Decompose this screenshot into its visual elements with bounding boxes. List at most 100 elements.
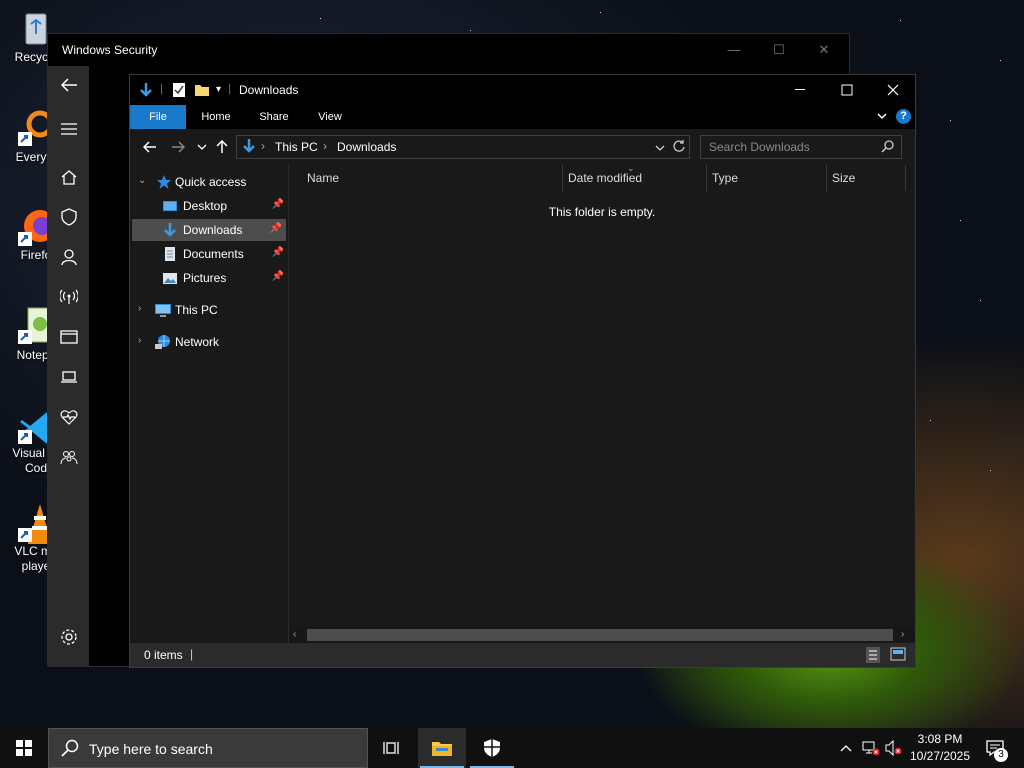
system-clock[interactable]: 3:08 PM 10/27/2025 bbox=[904, 731, 976, 765]
nav-item-documents[interactable]: Documents 📌 bbox=[130, 243, 288, 265]
scroll-right-icon[interactable]: › bbox=[901, 629, 904, 640]
network-disconnected-icon bbox=[862, 741, 880, 756]
network-icon[interactable] bbox=[48, 280, 89, 314]
nav-label: Desktop bbox=[183, 199, 228, 213]
nav-label: This PC bbox=[175, 303, 218, 317]
details-view-icon[interactable] bbox=[866, 647, 880, 663]
window-title: Windows Security bbox=[62, 43, 158, 57]
column-divider[interactable] bbox=[706, 165, 707, 191]
nav-label: Network bbox=[175, 335, 220, 349]
nav-quick-access[interactable]: ⌄ Quick access bbox=[130, 171, 288, 193]
help-icon[interactable]: ? bbox=[896, 109, 911, 124]
column-header-name[interactable]: Name bbox=[307, 165, 557, 191]
windows-logo-icon bbox=[16, 740, 32, 756]
taskbar: Type here to search 3:08 PM 10/27/2025 3 bbox=[0, 728, 1024, 768]
computer-icon bbox=[154, 302, 171, 318]
tab-view[interactable]: View bbox=[306, 105, 354, 129]
horizontal-scrollbar[interactable]: ‹ › bbox=[289, 627, 915, 643]
status-bar: 0 items | bbox=[130, 643, 915, 667]
close-button[interactable]: ✕ bbox=[804, 39, 844, 61]
file-explorer-window: | ▾ | Downloads File Home Share View ? ›… bbox=[129, 74, 916, 668]
nav-this-pc[interactable]: › This PC bbox=[130, 299, 288, 321]
customize-quick-access-icon[interactable]: ▾ bbox=[216, 84, 221, 95]
column-divider[interactable] bbox=[562, 165, 563, 191]
device-security-icon[interactable] bbox=[48, 360, 89, 394]
nav-network[interactable]: › Network bbox=[130, 331, 288, 353]
chevron-right-icon[interactable]: › bbox=[138, 335, 141, 346]
up-button[interactable] bbox=[212, 137, 232, 157]
explorer-title-bar: | ▾ | Downloads bbox=[130, 75, 915, 105]
taskbar-windows-security[interactable] bbox=[468, 728, 516, 768]
home-icon[interactable] bbox=[48, 160, 89, 194]
minimize-button[interactable]: — bbox=[714, 39, 754, 61]
volume-button[interactable] bbox=[884, 728, 904, 768]
breadcrumb-separator: › bbox=[323, 139, 327, 153]
tab-share[interactable]: Share bbox=[250, 105, 298, 129]
large-icons-view-icon[interactable] bbox=[890, 647, 906, 664]
taskbar-file-explorer[interactable] bbox=[418, 728, 466, 768]
minimize-button[interactable] bbox=[778, 75, 824, 105]
app-browser-icon[interactable] bbox=[48, 320, 89, 354]
pin-icon[interactable]: 📌 bbox=[270, 223, 282, 234]
scroll-left-icon[interactable]: ‹ bbox=[293, 629, 296, 640]
item-count: 0 items bbox=[144, 648, 183, 662]
breadcrumb-downloads[interactable]: Downloads bbox=[337, 140, 396, 154]
chevron-down-icon[interactable]: ⌄ bbox=[138, 175, 146, 186]
tab-file[interactable]: File bbox=[130, 105, 186, 129]
desktop-folder-icon bbox=[162, 198, 178, 214]
recent-locations-button[interactable] bbox=[192, 137, 212, 157]
scrollbar-thumb[interactable] bbox=[307, 629, 893, 641]
column-header-type[interactable]: Type bbox=[712, 165, 822, 191]
search-box[interactable]: Search Downloads bbox=[700, 135, 902, 159]
forward-button[interactable] bbox=[168, 137, 188, 157]
security-nav-rail bbox=[48, 66, 89, 666]
menu-icon[interactable] bbox=[48, 112, 89, 146]
action-center-button[interactable]: 3 bbox=[980, 728, 1010, 768]
network-status-button[interactable] bbox=[860, 728, 882, 768]
nav-label: Documents bbox=[183, 247, 244, 261]
maximize-button[interactable] bbox=[824, 75, 870, 105]
address-dropdown-icon[interactable] bbox=[655, 141, 665, 155]
pin-icon[interactable]: 📌 bbox=[272, 271, 284, 282]
nav-label: Downloads bbox=[183, 223, 243, 237]
address-bar[interactable]: › This PC › Downloads bbox=[236, 135, 690, 159]
pin-icon[interactable]: 📌 bbox=[272, 199, 284, 210]
nav-item-pictures[interactable]: Pictures 📌 bbox=[130, 267, 288, 289]
settings-icon[interactable] bbox=[48, 620, 89, 654]
close-button[interactable] bbox=[870, 75, 916, 105]
new-folder-icon[interactable] bbox=[194, 82, 210, 101]
account-icon[interactable] bbox=[48, 240, 89, 274]
taskbar-search-box[interactable]: Type here to search bbox=[48, 728, 368, 768]
task-view-icon bbox=[383, 742, 399, 754]
nav-item-desktop[interactable]: Desktop 📌 bbox=[130, 195, 288, 217]
properties-icon[interactable] bbox=[172, 82, 186, 101]
address-row: › This PC › Downloads Search Downloads bbox=[130, 129, 915, 165]
start-button[interactable] bbox=[0, 728, 48, 768]
column-header-size[interactable]: Size bbox=[832, 165, 902, 191]
chevron-up-icon bbox=[840, 745, 852, 752]
task-view-button[interactable] bbox=[368, 728, 416, 768]
window-title: Downloads bbox=[239, 83, 299, 97]
shield-icon[interactable] bbox=[48, 200, 89, 234]
tab-home[interactable]: Home bbox=[192, 105, 240, 129]
downloads-arrow-icon bbox=[241, 138, 257, 157]
show-hidden-icons-button[interactable] bbox=[836, 728, 856, 768]
column-divider[interactable] bbox=[905, 165, 906, 191]
pin-icon[interactable]: 📌 bbox=[272, 247, 284, 258]
family-icon[interactable] bbox=[48, 440, 89, 474]
file-list: Name ⌄ Date modified Type Size This fold… bbox=[289, 163, 915, 643]
health-icon[interactable] bbox=[48, 400, 89, 434]
chevron-right-icon[interactable]: › bbox=[138, 303, 141, 314]
column-header-date-modified[interactable]: Date modified bbox=[568, 165, 703, 191]
maximize-button[interactable]: ☐ bbox=[759, 39, 799, 61]
breadcrumb-this-pc[interactable]: This PC bbox=[275, 140, 318, 154]
column-divider[interactable] bbox=[826, 165, 827, 191]
nav-item-downloads[interactable]: Downloads 📌 bbox=[132, 219, 286, 241]
back-button[interactable] bbox=[140, 137, 160, 157]
back-icon[interactable] bbox=[48, 68, 89, 102]
refresh-icon[interactable] bbox=[672, 139, 686, 156]
expand-ribbon-icon[interactable] bbox=[876, 110, 888, 125]
nav-label: Quick access bbox=[175, 175, 247, 189]
breadcrumb-separator: › bbox=[261, 139, 265, 153]
star-icon bbox=[156, 174, 172, 190]
